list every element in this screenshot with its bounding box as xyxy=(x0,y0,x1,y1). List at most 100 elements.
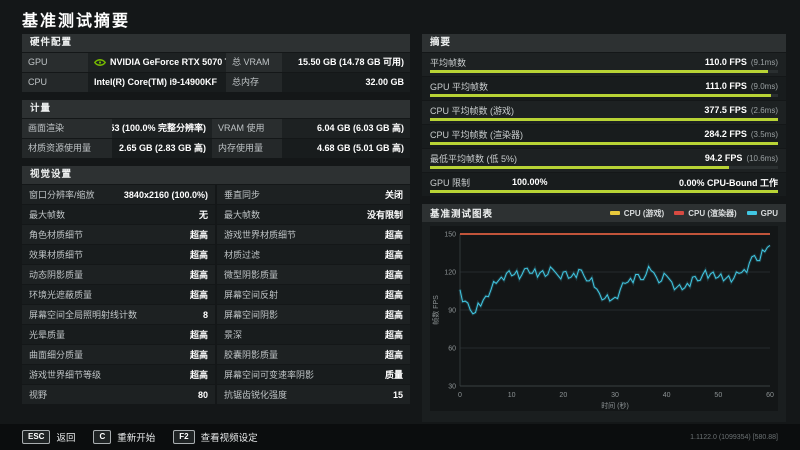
setting-row: 微型阴影质量 超高 xyxy=(217,265,410,284)
setting-row: 动态阴影质量 超高 xyxy=(22,265,215,284)
summary-value: 377.5 FPS xyxy=(704,105,747,115)
summary-bar-track xyxy=(430,166,778,169)
setting-label: 微型阴影质量 xyxy=(224,270,279,280)
summary-value-ms: (9.0ms) xyxy=(750,82,778,91)
summary-row: CPU 平均帧数 (渲染器) 284.2 FPS (3.5ms) xyxy=(422,125,786,148)
hardware-value-text: NVIDIA GeForce RTX 5070 Ti xyxy=(110,57,226,67)
setting-value: 关闭 xyxy=(384,190,403,200)
setting-label: 抗锯齿锐化强度 xyxy=(224,390,288,400)
setting-value: 超高 xyxy=(189,370,208,380)
summary-label: CPU 平均帧数 (渲染器) xyxy=(430,129,523,140)
metrics-label: 材质资源使用量 xyxy=(22,139,112,158)
summary-panel-header: 摘要 xyxy=(422,34,786,52)
legend-label: CPU (游戏) xyxy=(623,208,665,218)
x-axis-label: 时间 (秒) xyxy=(601,401,629,410)
hardware-panel: 硬件配置 GPU NVIDIA GeForce RTX 5070 Ti 总 VRAM… xyxy=(22,34,410,92)
x-tick-label: 10 xyxy=(508,392,516,399)
setting-row: 屏幕空间反射 超高 xyxy=(217,285,410,304)
hardware-label: 总内存 xyxy=(226,73,282,92)
setting-value: 超高 xyxy=(189,250,208,260)
summary-label: GPU 平均帧数 xyxy=(430,81,489,92)
hardware-panel-header: 硬件配置 xyxy=(22,34,410,52)
footer-hint-label: 查看视频设定 xyxy=(200,433,258,444)
setting-label: 屏幕空间阴影 xyxy=(224,310,279,320)
metrics-label: VRAM 使用 xyxy=(212,119,282,138)
chart-panel-header: 基准测试图表 CPU (游戏) CPU (渲染器) GPU xyxy=(422,204,786,222)
footer-hint-c[interactable]: C 重新开始 xyxy=(93,430,155,444)
footer-hints: ESC 返回 C 重新开始 F2 查看视频设定 xyxy=(22,430,276,444)
chart-panel: 基准测试图表 CPU (游戏) CPU (渲染器) GPU 30 60 90 120 150… xyxy=(422,204,786,422)
metrics-rows: 画面渲染6553 (100.0% 完整分辨率) VRAM 使用 6.04 GB (6… xyxy=(22,119,410,158)
summary-row-line: CPU 平均帧数 (游戏) 377.5 FPS (2.6ms) xyxy=(430,101,778,119)
summary-bar xyxy=(430,118,778,121)
setting-label: 屏幕空间全局照明射线计数 xyxy=(29,310,138,320)
setting-value: 超高 xyxy=(384,290,403,300)
summary-value: 111.0 FPS xyxy=(705,81,747,91)
metrics-value: 2.65 GB (2.83 GB 高) xyxy=(112,139,212,158)
metrics-value: 4.68 GB (5.01 GB 高) xyxy=(316,143,404,153)
metrics-value-text: 6553 (100.0% 完整分辨率) xyxy=(112,123,206,133)
hardware-value-text: Intel(R) Core(TM) i9-14900KF xyxy=(94,77,218,87)
summary-bar-track xyxy=(430,118,778,121)
x-tick-label: 60 xyxy=(766,392,774,399)
summary-value-group: 284.2 FPS (3.5ms) xyxy=(704,129,778,139)
setting-value: 超高 xyxy=(384,230,403,240)
setting-row: 抗锯齿锐化强度 15 xyxy=(217,385,410,404)
setting-label: 曲面细分质量 xyxy=(29,350,84,360)
setting-value: 8 xyxy=(202,309,208,320)
summary-bar xyxy=(430,190,778,193)
setting-row: 曲面细分质量 超高 xyxy=(22,345,215,364)
setting-row: 最大帧数 无 xyxy=(22,205,215,224)
metrics-row: 画面渲染6553 (100.0% 完整分辨率) VRAM 使用 6.04 GB (6… xyxy=(22,119,410,138)
setting-label: 环境光遮蔽质量 xyxy=(29,290,93,300)
setting-row: 视野 80 xyxy=(22,385,215,404)
setting-value: 超高 xyxy=(384,250,403,260)
setting-label: 屏幕空间可变速率阴影 xyxy=(224,370,315,380)
summary-value-group: 110.0 FPS (9.1ms) xyxy=(705,57,778,67)
setting-value: 超高 xyxy=(384,330,403,340)
summary-row: GPU 限制 100.00% 0.00% CPU-Bound 工作 xyxy=(422,173,786,196)
setting-label: 游戏世界材质细节 xyxy=(224,230,297,240)
key-c-chip: C xyxy=(93,430,112,444)
version-text: 1.1122.0 (1099354) [580.88] xyxy=(690,433,778,441)
y-axis-label: 帧数 FPS xyxy=(431,295,440,325)
setting-row: 游戏世界材质细节 超高 xyxy=(217,225,410,244)
summary-bar xyxy=(430,94,772,97)
hardware-row: GPU NVIDIA GeForce RTX 5070 Ti 总 VRAM 15.50… xyxy=(22,53,410,72)
footer-hint-esc[interactable]: ESC 返回 xyxy=(22,430,75,444)
legend-item: CPU (渲染器) xyxy=(674,208,737,219)
summary-value-ms: (9.1ms) xyxy=(750,58,778,67)
legend-item: CPU (游戏) xyxy=(609,208,665,219)
setting-label: 屏幕空间反射 xyxy=(224,290,279,300)
setting-label: 最大帧数 xyxy=(224,210,261,220)
hardware-row: CPU Intel(R) Core(TM) i9-14900KF 总内存 32.00 … xyxy=(22,73,410,92)
benchmark-summary-page: 基准测试摘要 硬件配置 GPU NVIDIA GeForce RTX 5070 T… xyxy=(0,0,800,450)
setting-row: 景深 超高 xyxy=(217,325,410,344)
y-tick-label: 30 xyxy=(448,384,456,391)
summary-value-ms: (3.5ms) xyxy=(750,130,778,139)
setting-label: 垂直同步 xyxy=(224,190,261,200)
summary-row: CPU 平均帧数 (游戏) 377.5 FPS (2.6ms) xyxy=(422,101,786,124)
summary-value-group: 94.2 FPS (10.6ms) xyxy=(705,153,778,163)
summary-label: CPU 平均帧数 (游戏) xyxy=(430,105,514,116)
metrics-value: 6.04 GB (6.03 GB 高) xyxy=(316,123,404,133)
nvidia-logo-icon xyxy=(94,58,106,67)
summary-bar-track xyxy=(430,94,778,97)
x-tick-label: 40 xyxy=(663,392,671,399)
setting-label: 景深 xyxy=(224,330,243,340)
setting-value: 80 xyxy=(197,389,208,400)
right-column: 摘要 平均帧数 110.0 FPS (9.1ms) GPU 平均帧数 111.0 FPS… xyxy=(422,34,786,430)
visual-settings-panel-header: 视觉设置 xyxy=(22,166,410,184)
benchmark-line-chart: 30 60 90 120 150 0 10 20 30 40 50 60 时间 (秒) 帧数 FPS xyxy=(430,226,778,411)
summary-label: 平均帧数 xyxy=(430,57,467,68)
setting-label: 效果材质细节 xyxy=(29,250,84,260)
legend-swatch-icon xyxy=(674,211,685,215)
setting-row: 角色材质细节 超高 xyxy=(22,225,215,244)
visual-settings-columns: 窗口分辨率/缩放 3840x2160 (100.0%) 最大帧数无角色材质细节 超高效… xyxy=(22,184,410,404)
setting-value: 15 xyxy=(392,389,403,400)
footer-hint-f2[interactable]: F2 查看视频设定 xyxy=(173,430,258,444)
setting-label: 视野 xyxy=(29,390,48,400)
summary-row-line: 平均帧数 110.0 FPS (9.1ms) xyxy=(430,53,778,71)
setting-label: 胶囊阴影质量 xyxy=(224,350,279,360)
metrics-panel: 计量 画面渲染6553 (100.0% 完整分辨率) VRAM 使用 6.04 GB… xyxy=(22,100,410,158)
